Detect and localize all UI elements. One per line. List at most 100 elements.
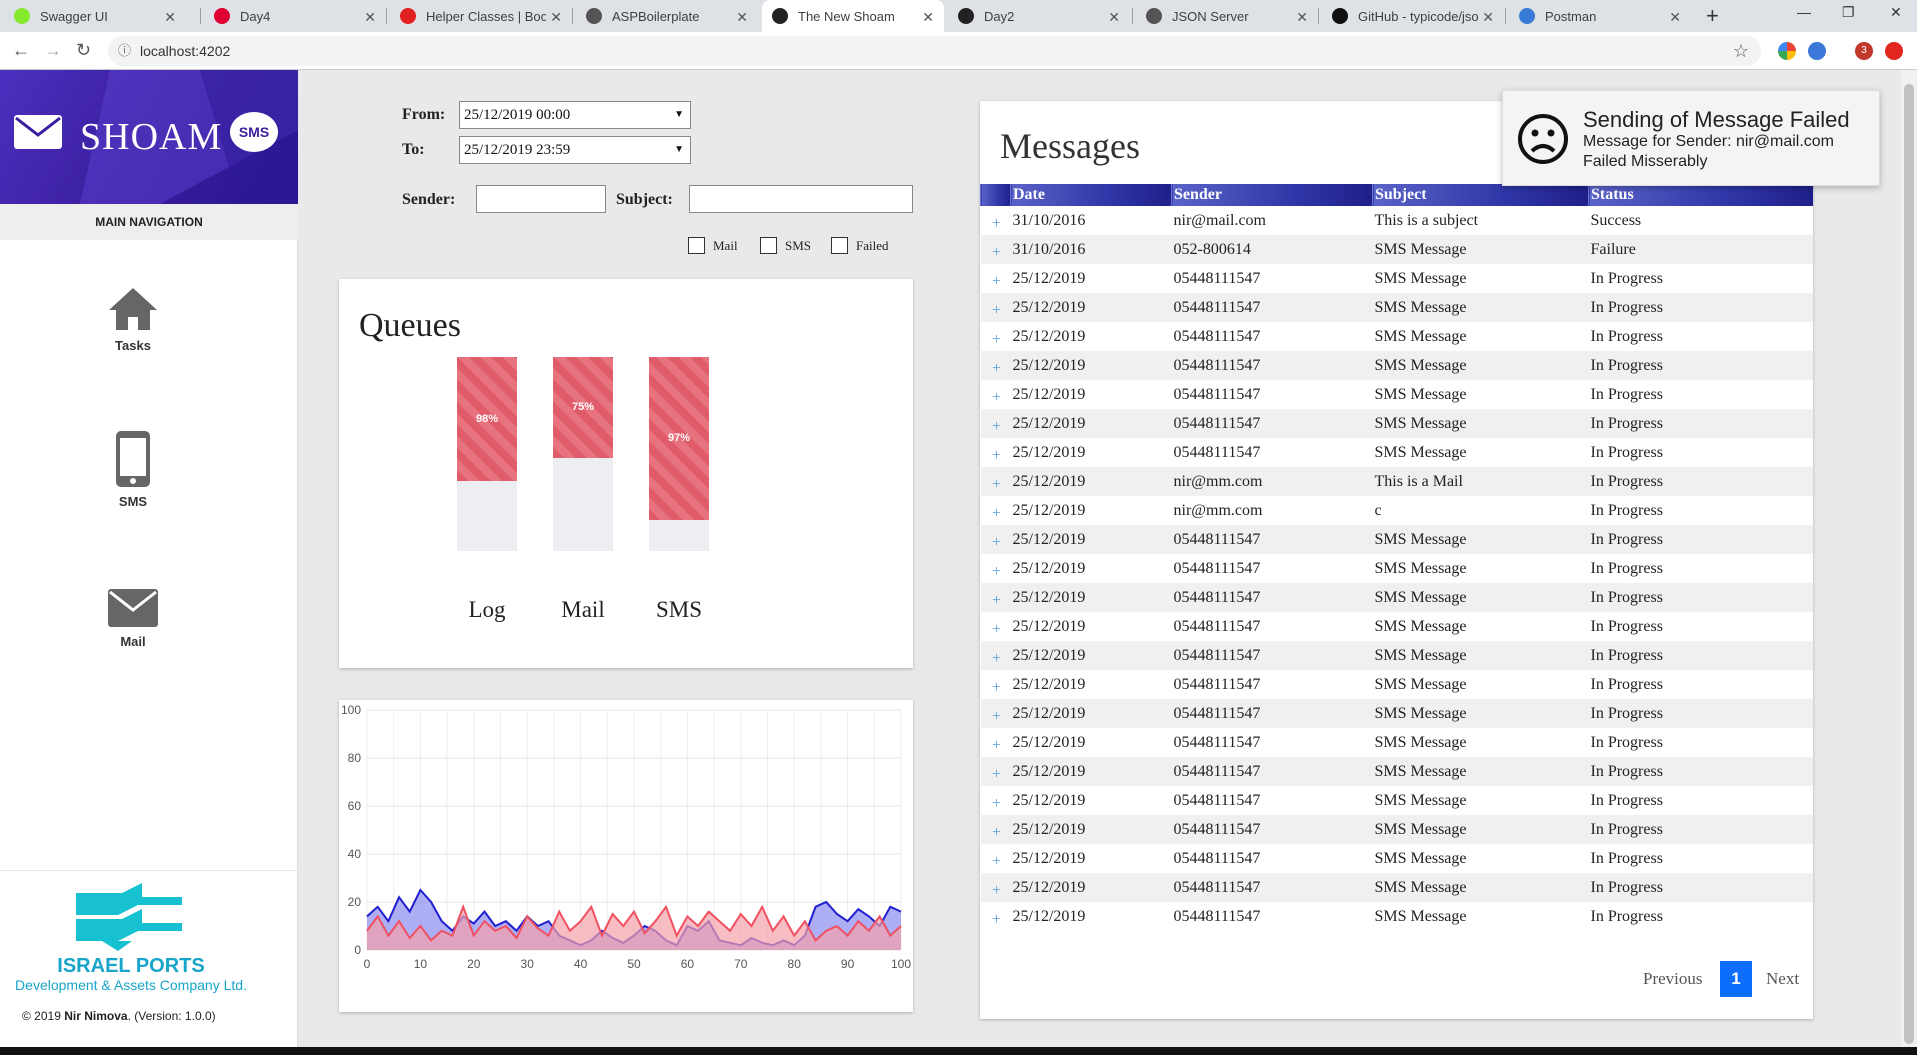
row-expand-icon[interactable]: +: [981, 844, 1011, 873]
mail-checkbox[interactable]: Mail: [688, 237, 738, 254]
browser-tab[interactable]: The New Shoam ✕: [762, 0, 944, 32]
site-info-icon[interactable]: ⓘ: [118, 36, 131, 66]
table-row[interactable]: +25/12/2019 05448111547 SMS Message In Prog…: [981, 554, 1814, 583]
row-expand-icon[interactable]: +: [981, 380, 1011, 409]
browser-tab[interactable]: Swagger UI ✕: [4, 0, 186, 32]
column-header-status[interactable]: Status: [1588, 184, 1813, 206]
row-expand-icon[interactable]: +: [981, 496, 1011, 525]
table-row[interactable]: +25/12/2019 05448111547 SMS Message In Prog…: [981, 380, 1814, 409]
restore-button[interactable]: ❐: [1842, 4, 1855, 21]
row-expand-icon[interactable]: +: [980, 641, 1011, 670]
row-expand-icon[interactable]: +: [981, 206, 1011, 235]
page-scrollbar[interactable]: [1901, 70, 1917, 1055]
row-expand-icon[interactable]: +: [981, 438, 1011, 467]
tab-close-icon[interactable]: ✕: [922, 9, 934, 26]
tab-close-icon[interactable]: ✕: [736, 9, 748, 26]
nav-item-mail[interactable]: Mail: [0, 588, 266, 649]
row-expand-icon[interactable]: +: [980, 351, 1011, 380]
pagination-next[interactable]: Next: [1766, 969, 1799, 989]
browser-tab[interactable]: GitHub - typicode/json ✕: [1322, 0, 1504, 32]
failed-checkbox-box[interactable]: [831, 237, 848, 254]
row-expand-icon[interactable]: +: [980, 699, 1011, 728]
close-window-button[interactable]: ✕: [1890, 4, 1902, 21]
tab-close-icon[interactable]: ✕: [1108, 9, 1120, 26]
sms-checkbox-box[interactable]: [760, 237, 777, 254]
forward-icon[interactable]: →: [44, 40, 62, 61]
mail-checkbox-box[interactable]: [688, 237, 705, 254]
column-header-sender[interactable]: Sender: [1171, 184, 1373, 206]
row-expand-icon[interactable]: +: [980, 467, 1011, 496]
row-expand-icon[interactable]: +: [981, 322, 1011, 351]
table-row[interactable]: +25/12/2019 05448111547 SMS Message In Prog…: [981, 902, 1814, 931]
tab-close-icon[interactable]: ✕: [1296, 9, 1308, 26]
pagination-previous[interactable]: Previous: [1643, 969, 1703, 989]
table-row[interactable]: +25/12/2019 05448111547 SMS Message In Prog…: [980, 351, 1813, 380]
pagination-page-1[interactable]: 1: [1720, 961, 1752, 997]
row-expand-icon[interactable]: +: [980, 293, 1011, 322]
browser-tab[interactable]: Day4 ✕: [204, 0, 386, 32]
from-datetime-select[interactable]: 25/12/2019 00:00 ▼: [459, 101, 691, 129]
table-row[interactable]: +25/12/2019 05448111547 SMS Message In Prog…: [981, 728, 1814, 757]
row-expand-icon[interactable]: +: [980, 815, 1011, 844]
row-expand-icon[interactable]: +: [980, 409, 1011, 438]
column-header-date[interactable]: Date: [1010, 184, 1172, 206]
extension-color-icon[interactable]: [1778, 42, 1796, 60]
extension-red-icon[interactable]: [1885, 42, 1903, 60]
table-row[interactable]: +25/12/2019 05448111547 SMS Message In Prog…: [980, 757, 1813, 786]
tab-close-icon[interactable]: ✕: [164, 9, 176, 26]
table-row[interactable]: +25/12/2019 05448111547 SMS Message In Prog…: [981, 786, 1814, 815]
table-row[interactable]: +31/10/2016 052-800614 SMS Message Failure: [980, 235, 1813, 264]
tab-close-icon[interactable]: ✕: [364, 9, 376, 26]
row-expand-icon[interactable]: +: [981, 728, 1011, 757]
table-row[interactable]: +25/12/2019 05448111547 SMS Message In Prog…: [981, 844, 1814, 873]
row-expand-icon[interactable]: +: [980, 757, 1011, 786]
failed-checkbox[interactable]: Failed: [831, 237, 889, 254]
url-field[interactable]: ⓘ localhost:4202 ☆: [108, 36, 1761, 66]
row-expand-icon[interactable]: +: [981, 902, 1011, 931]
tab-close-icon[interactable]: ✕: [1482, 9, 1494, 26]
table-row[interactable]: +25/12/2019 05448111547 SMS Message In Prog…: [980, 699, 1813, 728]
table-row[interactable]: +25/12/2019 05448111547 SMS Message In Prog…: [980, 409, 1813, 438]
table-row[interactable]: +25/12/2019 nir@mm.com c In Progress: [981, 496, 1814, 525]
nav-item-sms[interactable]: SMS: [0, 430, 266, 509]
to-datetime-select[interactable]: 25/12/2019 23:59 ▼: [459, 136, 691, 164]
scrollbar-thumb[interactable]: [1904, 84, 1914, 1044]
reload-icon[interactable]: ↻: [76, 40, 91, 61]
browser-tab[interactable]: Day2 ✕: [948, 0, 1130, 32]
browser-tab[interactable]: ASPBoilerplate ✕: [576, 0, 758, 32]
back-icon[interactable]: ←: [12, 40, 30, 61]
tab-close-icon[interactable]: ✕: [1669, 9, 1681, 26]
table-row[interactable]: +25/12/2019 05448111547 SMS Message In Prog…: [981, 438, 1814, 467]
row-expand-icon[interactable]: +: [980, 873, 1011, 902]
tab-close-icon[interactable]: ✕: [550, 9, 562, 26]
table-row[interactable]: +25/12/2019 nir@mm.com This is a Mail In Pr…: [980, 467, 1813, 496]
table-row[interactable]: +25/12/2019 05448111547 SMS Message In Prog…: [980, 525, 1813, 554]
new-tab-button[interactable]: +: [1706, 3, 1719, 29]
error-toast[interactable]: Sending of Message Failed Message for Se…: [1502, 90, 1880, 186]
bookmark-star-icon[interactable]: ☆: [1733, 36, 1749, 66]
table-row[interactable]: +25/12/2019 05448111547 SMS Message In Prog…: [980, 293, 1813, 322]
table-row[interactable]: +25/12/2019 05448111547 SMS Message In Prog…: [981, 264, 1814, 293]
row-expand-icon[interactable]: +: [980, 525, 1011, 554]
row-expand-icon[interactable]: +: [981, 264, 1011, 293]
table-row[interactable]: +25/12/2019 05448111547 SMS Message In Prog…: [981, 612, 1814, 641]
column-header-subject[interactable]: Subject: [1372, 184, 1589, 206]
minimize-button[interactable]: —: [1797, 4, 1811, 20]
subject-input[interactable]: [689, 185, 913, 213]
sender-input[interactable]: [476, 185, 606, 213]
browser-tab[interactable]: JSON Server ✕: [1136, 0, 1318, 32]
table-row[interactable]: +31/10/2016 nir@mail.com This is a subject…: [981, 206, 1814, 235]
table-row[interactable]: +25/12/2019 05448111547 SMS Message In Prog…: [980, 815, 1813, 844]
table-row[interactable]: +25/12/2019 05448111547 SMS Message In Prog…: [980, 583, 1813, 612]
row-expand-icon[interactable]: +: [981, 554, 1011, 583]
row-expand-icon[interactable]: +: [980, 235, 1011, 264]
row-expand-icon[interactable]: +: [981, 612, 1011, 641]
row-expand-icon[interactable]: +: [981, 786, 1011, 815]
sms-checkbox[interactable]: SMS: [760, 237, 811, 254]
nav-item-tasks[interactable]: Tasks: [0, 286, 266, 353]
row-expand-icon[interactable]: +: [980, 583, 1011, 612]
extension-badge-icon[interactable]: 3: [1855, 42, 1873, 60]
table-row[interactable]: +25/12/2019 05448111547 SMS Message In Prog…: [980, 641, 1813, 670]
browser-tab[interactable]: Helper Classes | Bootstr✕: [390, 0, 572, 32]
table-row[interactable]: +25/12/2019 05448111547 SMS Message In Prog…: [980, 873, 1813, 902]
